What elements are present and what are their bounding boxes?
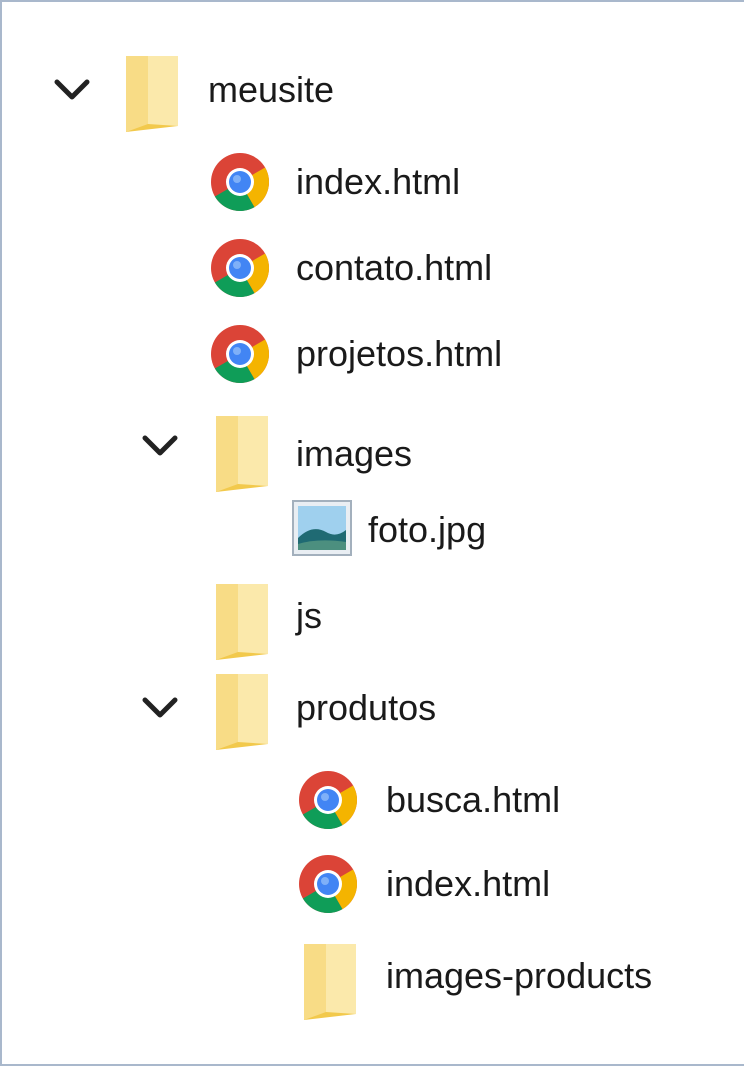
- tree-item-label: images: [296, 433, 413, 474]
- tree-item-label: projetos.html: [296, 333, 503, 374]
- tree-item-label: meusite: [208, 69, 335, 110]
- folder-icon: [212, 414, 272, 494]
- chevron-down-icon[interactable]: [54, 78, 90, 102]
- folder-icon: [212, 672, 272, 752]
- tree-item-label: index.html: [296, 161, 461, 202]
- tree-item-label: foto.jpg: [368, 509, 487, 550]
- tree-item-label: index.html: [386, 863, 551, 904]
- tree-item-label: contato.html: [296, 247, 493, 288]
- folder-icon: [122, 54, 182, 134]
- image-file-icon: [292, 500, 352, 556]
- tree-item-label: produtos: [296, 687, 437, 728]
- tree-item-label: js: [296, 595, 322, 636]
- tree-item-label: images-products: [386, 955, 653, 996]
- chrome-icon: [298, 770, 358, 830]
- chrome-icon: [210, 238, 270, 298]
- chrome-icon: [210, 324, 270, 384]
- folder-icon: [300, 942, 360, 1022]
- chrome-icon: [298, 854, 358, 914]
- chevron-down-icon[interactable]: [142, 434, 178, 458]
- chevron-down-icon[interactable]: [142, 696, 178, 720]
- tree-item-label: busca.html: [386, 779, 561, 820]
- chrome-icon: [210, 152, 270, 212]
- folder-icon: [212, 582, 272, 662]
- folder-tree-pane: meusite index.html contato.html projetos…: [0, 0, 744, 1066]
